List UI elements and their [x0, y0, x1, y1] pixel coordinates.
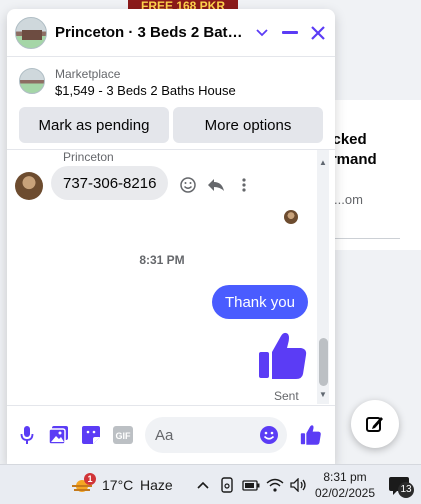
weather-alert-badge: 1 — [84, 473, 96, 485]
scroll-down-arrow[interactable]: ▼ — [319, 390, 327, 399]
speaker-icon — [289, 478, 306, 492]
message-input[interactable] — [155, 426, 255, 444]
listing-thumbnail — [19, 68, 45, 94]
chat-window: Princeton · 3 Beds 2 Bath... Marketplace… — [7, 9, 335, 464]
background-subtitle: ...om — [334, 192, 363, 207]
sender-name: Princeton — [63, 150, 114, 164]
new-message-button[interactable] — [351, 400, 399, 448]
system-tray — [193, 475, 308, 495]
message-thread: Princeton 737-306-8216 8:31 PM Thank you… — [7, 149, 335, 404]
svg-text:GIF: GIF — [116, 431, 132, 441]
chat-avatar[interactable] — [15, 16, 47, 49]
message-timestamp: 8:31 PM — [139, 253, 185, 267]
more-vertical-icon — [242, 178, 246, 192]
battery-button[interactable] — [241, 475, 260, 495]
device-icon — [220, 477, 233, 493]
scroll-up-arrow[interactable]: ▲ — [319, 158, 327, 167]
mark-as-pending-button[interactable]: Mark as pending — [19, 107, 169, 143]
more-message-actions-button[interactable] — [233, 174, 255, 196]
volume-button[interactable] — [289, 475, 308, 495]
listing-name: $1,549 - 3 Beds 2 Baths House — [55, 83, 236, 98]
sender-avatar[interactable] — [15, 172, 43, 200]
show-hidden-icons-button[interactable] — [193, 475, 212, 495]
more-options-button[interactable]: More options — [173, 107, 323, 143]
incoming-message[interactable]: 737-306-8216 — [51, 166, 169, 200]
listing-actions: Mark as pending More options — [19, 107, 323, 143]
notification-count-badge: 13 — [398, 482, 414, 498]
message-input-wrapper — [145, 417, 287, 453]
minimize-icon — [282, 30, 298, 34]
clock-time: 8:31 pm — [323, 470, 367, 484]
sent-status: Sent — [274, 389, 299, 403]
smiley-icon — [180, 177, 196, 193]
listing-source: Marketplace — [55, 67, 121, 81]
gif-button[interactable]: GIF — [111, 423, 135, 447]
sent-like-icon[interactable] — [257, 330, 309, 382]
scrollbar-thumb[interactable] — [319, 338, 328, 386]
react-button[interactable] — [177, 174, 199, 196]
read-receipt-avatar — [284, 210, 298, 224]
background-title[interactable]: ...cked Armand — [320, 130, 420, 170]
compose-icon — [366, 417, 383, 432]
chat-title[interactable]: Princeton · 3 Beds 2 Bath... — [55, 24, 247, 41]
wifi-icon — [266, 478, 283, 492]
sticker-icon — [82, 426, 100, 444]
photo-icon — [49, 426, 68, 444]
weather-temperature[interactable]: 17°C — [102, 477, 133, 493]
close-icon — [311, 25, 325, 40]
chevron-up-icon — [196, 481, 209, 489]
reply-icon — [208, 179, 224, 191]
gif-icon: GIF — [113, 426, 133, 444]
emoji-icon[interactable] — [259, 425, 279, 445]
send-like-button[interactable] — [299, 423, 323, 447]
taskbar: 1 17°C Haze 8:31 pm 02/02/2025 — [0, 464, 421, 504]
listing-banner[interactable]: Marketplace $1,549 - 3 Beds 2 Baths Hous… — [7, 58, 335, 106]
close-button[interactable] — [305, 20, 331, 46]
clock-date: 02/02/2025 — [314, 486, 376, 500]
thumbs-up-icon — [300, 425, 321, 445]
chat-options-button[interactable] — [249, 20, 275, 46]
message-actions — [177, 174, 255, 196]
chat-header: Princeton · 3 Beds 2 Bath... — [7, 9, 335, 57]
outgoing-message[interactable]: Thank you — [211, 285, 308, 319]
device-tray-button[interactable] — [217, 475, 236, 495]
chevron-down-icon — [256, 28, 268, 36]
network-button[interactable] — [265, 475, 284, 495]
reply-button[interactable] — [205, 174, 227, 196]
weather-condition[interactable]: Haze — [140, 477, 173, 493]
microphone-icon — [20, 426, 34, 444]
sticker-button[interactable] — [79, 423, 103, 447]
system-clock[interactable]: 8:31 pm 02/02/2025 — [314, 469, 376, 501]
message-composer: GIF — [7, 405, 335, 464]
voice-clip-button[interactable] — [15, 423, 39, 447]
battery-icon — [241, 480, 259, 491]
attach-media-button[interactable] — [47, 423, 71, 447]
minimize-button[interactable] — [277, 20, 303, 46]
